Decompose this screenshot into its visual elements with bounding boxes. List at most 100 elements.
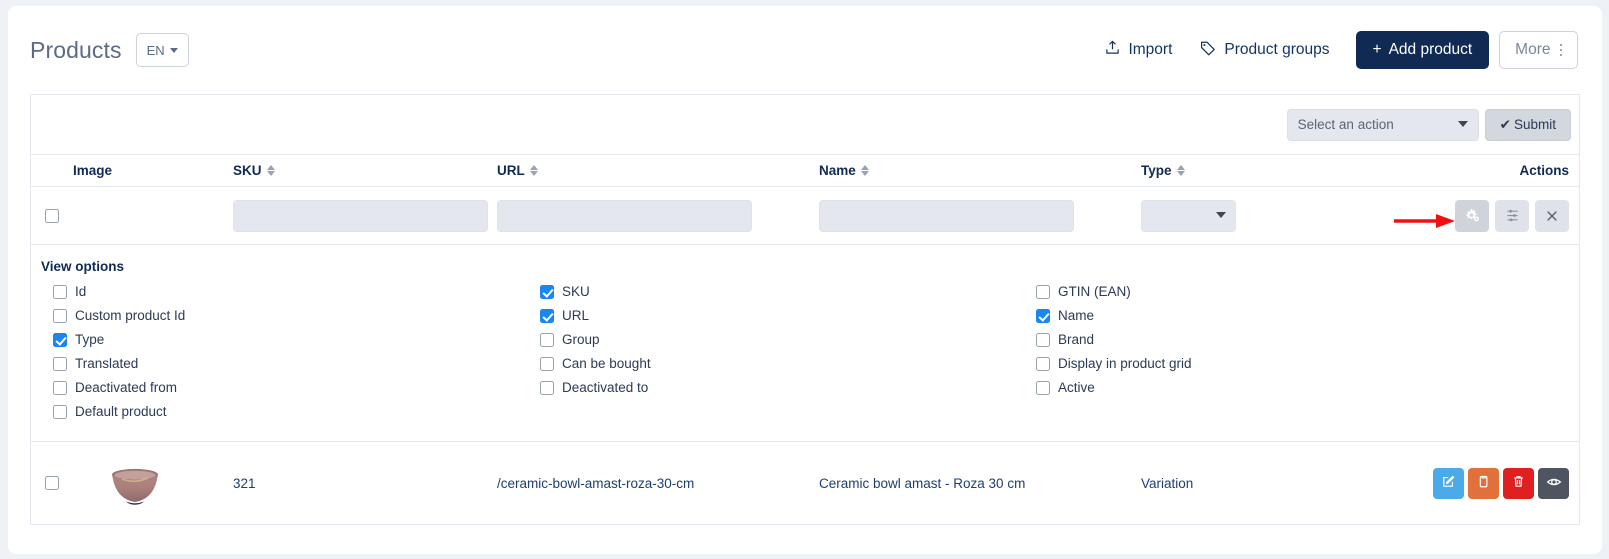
checkbox[interactable] xyxy=(53,332,67,347)
type-filter-dropdown[interactable] xyxy=(1141,199,1236,232)
table-row[interactable]: 321 /ceramic-bowl-amast-roza-30-cm Ceram… xyxy=(31,442,1579,524)
view-option-label: Type xyxy=(75,332,105,347)
product-groups-button[interactable]: Product groups xyxy=(1186,32,1343,69)
header-cell-image: Image xyxy=(73,163,233,178)
header-cell-name[interactable]: Name xyxy=(819,163,1141,178)
view-options-columns: Id Custom product Id Type Translated Dea… xyxy=(31,284,1579,419)
select-all-checkbox[interactable] xyxy=(45,208,59,223)
add-product-button[interactable]: + Add product xyxy=(1355,31,1490,69)
view-option-default-product[interactable]: Default product xyxy=(53,404,527,419)
view-options-column-2: SKU URL Group Can be bought Deactivated … xyxy=(527,284,1023,419)
header-label-sku: SKU xyxy=(233,163,262,178)
view-option-custom-product-id[interactable]: Custom product Id xyxy=(53,308,527,323)
clear-filters-button[interactable] xyxy=(1535,199,1569,232)
checkbox[interactable] xyxy=(540,308,554,323)
url-filter-input[interactable] xyxy=(497,199,752,232)
sku-filter-input[interactable] xyxy=(233,199,488,232)
view-option-translated[interactable]: Translated xyxy=(53,356,527,371)
filter-sku-cell xyxy=(233,199,497,232)
tag-icon xyxy=(1200,40,1216,61)
checkbox[interactable] xyxy=(1036,356,1050,371)
view-option-active[interactable]: Active xyxy=(1036,380,1523,395)
row-sku-value: 321 xyxy=(233,475,256,491)
checkbox[interactable] xyxy=(53,284,67,299)
sort-icon[interactable] xyxy=(1176,165,1185,176)
select-action-dropdown[interactable]: Select an action xyxy=(1286,108,1479,141)
view-option-sku[interactable]: SKU xyxy=(540,284,1023,299)
row-name-cell: Ceramic bowl amast - Roza 30 cm xyxy=(819,476,1141,491)
trash-icon xyxy=(1511,474,1526,492)
checkbox[interactable] xyxy=(53,356,67,371)
header-label-url: URL xyxy=(497,163,525,178)
view-option-type[interactable]: Type xyxy=(53,332,527,347)
delete-button[interactable] xyxy=(1503,467,1534,499)
close-x-icon xyxy=(1545,209,1559,223)
page-title: Products xyxy=(30,36,122,63)
preview-button[interactable] xyxy=(1538,467,1569,499)
check-icon: ✔ xyxy=(1499,116,1511,132)
sort-icon[interactable] xyxy=(860,165,869,176)
cogs-icon xyxy=(1464,207,1481,224)
view-option-name[interactable]: Name xyxy=(1036,308,1523,323)
view-option-can-be-bought[interactable]: Can be bought xyxy=(540,356,1023,371)
view-option-id[interactable]: Id xyxy=(53,284,527,299)
view-option-brand[interactable]: Brand xyxy=(1036,332,1523,347)
row-name-value[interactable]: Ceramic bowl amast - Roza 30 cm xyxy=(819,476,1025,491)
filter-url-cell xyxy=(497,199,819,232)
sort-icon[interactable] xyxy=(266,165,275,176)
bulk-action-bar: Select an action ✔ Submit xyxy=(31,95,1579,155)
view-option-url[interactable]: URL xyxy=(540,308,1023,323)
submit-label: Submit xyxy=(1513,117,1556,132)
view-options-column-1: Id Custom product Id Type Translated Dea… xyxy=(31,284,527,419)
import-button[interactable]: Import xyxy=(1091,32,1186,68)
view-option-group[interactable]: Group xyxy=(540,332,1023,347)
row-url-cell: /ceramic-bowl-amast-roza-30-cm xyxy=(497,476,819,491)
view-option-label: Id xyxy=(75,284,87,299)
view-option-label: Can be bought xyxy=(562,356,651,371)
filter-name-cell xyxy=(819,199,1141,232)
header-cell-url[interactable]: URL xyxy=(497,163,819,178)
checkbox[interactable] xyxy=(1036,332,1050,347)
view-option-deactivated-to[interactable]: Deactivated to xyxy=(540,380,1023,395)
product-thumbnail[interactable] xyxy=(101,449,169,517)
advanced-filter-button[interactable] xyxy=(1495,199,1529,232)
checkbox[interactable] xyxy=(53,380,67,395)
checkbox[interactable] xyxy=(53,404,67,419)
row-type-cell: Variation xyxy=(1141,476,1323,491)
view-options-toggle-button[interactable] xyxy=(1455,199,1489,232)
checkbox[interactable] xyxy=(540,356,554,371)
header-cell-type[interactable]: Type xyxy=(1141,163,1323,178)
checkbox[interactable] xyxy=(540,284,554,299)
checkbox[interactable] xyxy=(1036,308,1050,323)
pencil-square-icon xyxy=(1441,474,1456,492)
sort-icon[interactable] xyxy=(529,165,538,176)
name-filter-input[interactable] xyxy=(819,199,1074,232)
more-button[interactable]: More xyxy=(1499,31,1578,69)
checkbox[interactable] xyxy=(540,380,554,395)
header-cell-sku[interactable]: SKU xyxy=(233,163,497,178)
submit-button[interactable]: ✔ Submit xyxy=(1484,108,1571,141)
header-cell-actions: Actions xyxy=(1323,163,1579,178)
view-option-label: Display in product grid xyxy=(1058,356,1192,371)
view-option-label: Deactivated to xyxy=(562,380,649,395)
eye-icon xyxy=(1546,474,1562,493)
table-header-row: Image SKU URL Name Type Actions xyxy=(31,155,1579,187)
row-type-value: Variation xyxy=(1141,475,1194,491)
row-checkbox[interactable] xyxy=(45,476,59,490)
checkbox[interactable] xyxy=(540,332,554,347)
view-option-display-in-product-grid[interactable]: Display in product grid xyxy=(1036,356,1523,371)
checkbox[interactable] xyxy=(1036,284,1050,299)
language-selector[interactable]: EN xyxy=(135,33,189,67)
view-option-label: GTIN (EAN) xyxy=(1058,284,1131,299)
view-options-title: View options xyxy=(41,259,125,274)
page-header: Products EN Import Product groups + Add … xyxy=(8,6,1602,94)
copy-button[interactable] xyxy=(1468,467,1499,499)
ceramic-bowl-image xyxy=(112,468,158,505)
row-url-value[interactable]: /ceramic-bowl-amast-roza-30-cm xyxy=(497,476,694,491)
view-option-gtin-ean[interactable]: GTIN (EAN) xyxy=(1036,284,1523,299)
checkbox[interactable] xyxy=(1036,380,1050,395)
checkbox[interactable] xyxy=(53,308,67,323)
view-option-deactivated-from[interactable]: Deactivated from xyxy=(53,380,527,395)
edit-button[interactable] xyxy=(1433,467,1464,499)
products-table: Select an action ✔ Submit Image SKU URL xyxy=(30,94,1580,525)
